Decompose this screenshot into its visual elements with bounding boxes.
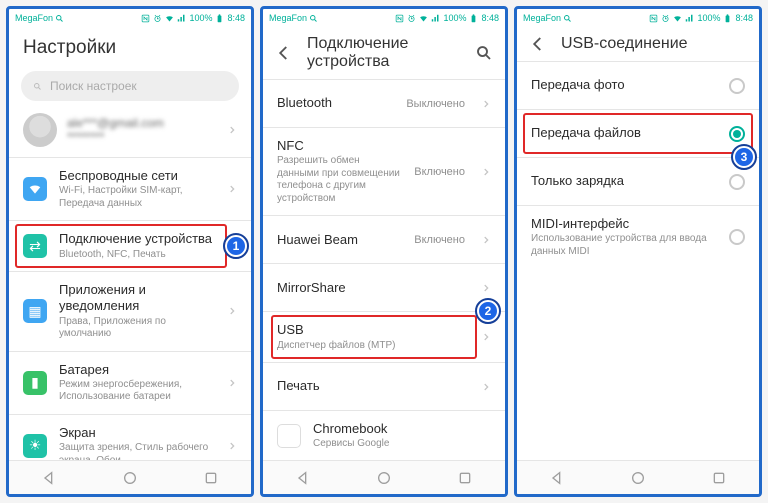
avatar (23, 113, 57, 147)
radio-button[interactable] (729, 229, 745, 245)
apps-icon: ▦ (23, 299, 47, 323)
time-label: 8:48 (227, 13, 245, 23)
nav-home-icon[interactable] (630, 470, 646, 486)
search-input[interactable]: Поиск настроек (21, 71, 239, 101)
nav-back-icon[interactable] (549, 470, 565, 486)
step-badge-3: 3 (733, 146, 755, 168)
wifi-icon (23, 177, 47, 201)
header: Подключение устройства (263, 27, 505, 79)
nav-recent-icon[interactable] (457, 470, 473, 486)
row-bluetooth[interactable]: Bluetooth Выключено (263, 79, 505, 127)
row-charge-only[interactable]: Только зарядка 3 (517, 157, 759, 205)
account-email: ale***@gmail.com (67, 116, 164, 130)
alarm-icon (153, 14, 162, 23)
row-huawei-beam[interactable]: Huawei Beam Включено (263, 215, 505, 263)
usb-options-list: Передача фото Передача файлов Только зар… (517, 61, 759, 460)
battery-icon (723, 14, 732, 23)
signal-icon (177, 14, 186, 23)
row-display[interactable]: ☀ ЭкранЗащита зрения, Стиль рабочего экр… (9, 414, 251, 460)
nav-back-icon[interactable] (41, 470, 57, 486)
search-icon (309, 14, 318, 23)
battery-icon (469, 14, 478, 23)
screen-settings: MegaFon 100% 8:48 Настройки Поиск настро… (6, 6, 254, 497)
chevron-right-icon (227, 441, 237, 451)
radio-button[interactable] (729, 126, 745, 142)
chevron-right-icon (481, 332, 491, 342)
nav-recent-icon[interactable] (711, 470, 727, 486)
chevron-right-icon (227, 378, 237, 388)
wifi-icon (165, 14, 174, 23)
search-icon (55, 14, 64, 23)
signal-icon (685, 14, 694, 23)
row-mirrorshare[interactable]: MirrorShare (263, 263, 505, 311)
row-device-connection[interactable]: ⇄ Подключение устройстваBluetooth, NFC, … (9, 220, 251, 271)
step-badge-1: 1 (225, 235, 247, 257)
search-icon (33, 82, 42, 91)
android-navbar (9, 460, 251, 494)
nav-recent-icon[interactable] (203, 470, 219, 486)
battery-icon: ▮ (23, 371, 47, 395)
signal-icon (431, 14, 440, 23)
row-photo-transfer[interactable]: Передача фото (517, 61, 759, 109)
page-title: Настройки (23, 37, 237, 59)
chevron-right-icon (227, 125, 237, 135)
radio-button[interactable] (729, 174, 745, 190)
nfc-icon (395, 14, 404, 23)
row-apps[interactable]: ▦ Приложения и уведомленияПрава, Приложе… (9, 271, 251, 351)
chevron-right-icon (481, 167, 491, 177)
device-icon: ⇄ (23, 234, 47, 258)
status-bar: MegaFon 100%8:48 (263, 9, 505, 27)
battery-label: 100% (189, 13, 212, 23)
alarm-icon (407, 14, 416, 23)
account-sub: ******** (67, 130, 164, 144)
back-icon[interactable] (529, 35, 547, 53)
nfc-icon (141, 14, 150, 23)
chevron-right-icon (227, 306, 237, 316)
radio-button[interactable] (729, 78, 745, 94)
row-wireless[interactable]: Беспроводные сетиWi-Fi, Настройки SIM-ка… (9, 157, 251, 220)
page-title: USB-соединение (561, 35, 747, 53)
settings-list: Беспроводные сетиWi-Fi, Настройки SIM-ка… (9, 157, 251, 460)
battery-icon (215, 14, 224, 23)
nav-back-icon[interactable] (295, 470, 311, 486)
carrier-label: MegaFon (15, 13, 53, 23)
row-battery[interactable]: ▮ БатареяРежим энергосбережения, Использ… (9, 351, 251, 414)
android-navbar (263, 460, 505, 494)
wifi-icon (419, 14, 428, 23)
google-icon: G (277, 424, 301, 448)
header: Настройки (9, 27, 251, 71)
chevron-right-icon (227, 184, 237, 194)
search-icon (563, 14, 572, 23)
search-placeholder: Поиск настроек (50, 79, 137, 93)
row-file-transfer[interactable]: Передача файлов (517, 109, 759, 157)
nfc-icon (649, 14, 658, 23)
row-usb[interactable]: USBДиспетчер файлов (MTP) 2 (263, 311, 505, 362)
status-bar: MegaFon 100% 8:48 (9, 9, 251, 27)
step-badge-2: 2 (477, 300, 499, 322)
chevron-right-icon (481, 235, 491, 245)
screen-device-connection: MegaFon 100%8:48 Подключение устройства … (260, 6, 508, 497)
screen-usb-connection: MegaFon 100%8:48 USB-соединение Передача… (514, 6, 762, 497)
nav-home-icon[interactable] (122, 470, 138, 486)
connection-list: Bluetooth Выключено NFCРазрешить обмен д… (263, 79, 505, 460)
page-title: Подключение устройства (307, 35, 461, 71)
chevron-right-icon (481, 283, 491, 293)
display-icon: ☀ (23, 434, 47, 458)
chevron-right-icon (481, 382, 491, 392)
back-icon[interactable] (275, 44, 293, 62)
header: USB-соединение (517, 27, 759, 61)
android-navbar (517, 460, 759, 494)
row-nfc[interactable]: NFCРазрешить обмен данными при совмещени… (263, 127, 505, 215)
alarm-icon (661, 14, 670, 23)
status-bar: MegaFon 100%8:48 (517, 9, 759, 27)
nav-home-icon[interactable] (376, 470, 392, 486)
account-row[interactable]: ale***@gmail.com ******** (9, 109, 251, 157)
row-midi[interactable]: MIDI-интерфейсИспользование устройства д… (517, 205, 759, 268)
chevron-right-icon (481, 99, 491, 109)
search-icon[interactable] (475, 44, 493, 62)
row-chromebook[interactable]: G ChromebookСервисы Google (263, 410, 505, 460)
wifi-icon (673, 14, 682, 23)
row-print[interactable]: Печать (263, 362, 505, 410)
